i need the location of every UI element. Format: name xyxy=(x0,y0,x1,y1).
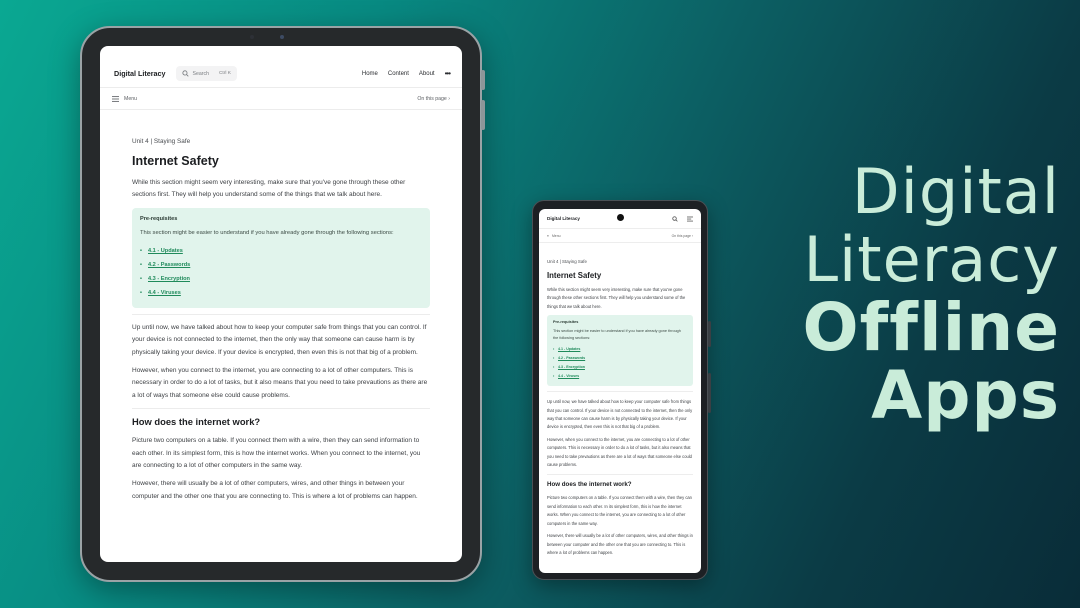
prereq-link-viruses[interactable]: 4.4 - Viruses xyxy=(553,372,687,381)
search-placeholder: Search xyxy=(192,70,209,77)
prereq-link-passwords[interactable]: 4.2 - Passwords xyxy=(553,354,687,363)
tablet-screen: Digital Literacy Search Ctrl K Home Cont… xyxy=(100,46,462,562)
phone-side-button xyxy=(708,321,711,347)
headline-line-4: Apps xyxy=(871,357,1060,434)
section-heading: How does the internet work? xyxy=(547,481,632,489)
page-title: Internet Safety xyxy=(547,271,602,280)
callout-text: This section might be easier to understa… xyxy=(140,229,394,236)
phone-device: Digital Literacy ≡ Menu On this page › U… xyxy=(532,200,711,580)
prerequisites-callout: Pre-requisites This section might be eas… xyxy=(547,315,693,387)
tablet-volume-button xyxy=(481,100,485,130)
menu-label[interactable]: Menu xyxy=(124,96,137,102)
headline-line-3: Offline xyxy=(802,289,1060,366)
tablet-camera xyxy=(280,35,284,39)
tablet-sensor xyxy=(250,35,254,39)
phone-screen: Digital Literacy ≡ Menu On this page › U… xyxy=(539,209,701,573)
section-heading: How does the internet work? xyxy=(132,416,261,428)
prereq-link-viruses[interactable]: 4.4 - Viruses xyxy=(140,286,422,300)
intro-paragraph: While this section might seem very inter… xyxy=(547,287,686,309)
on-this-page-label: On this page xyxy=(417,95,447,102)
divider xyxy=(547,474,693,476)
promo-headline: Digital Literacy Offline Apps xyxy=(790,158,1060,430)
top-navbar: Digital Literacy Search Ctrl K Home Cont… xyxy=(100,60,462,88)
nav-about[interactable]: About xyxy=(419,71,435,77)
paragraph: Up until now, we have talked about how t… xyxy=(132,323,427,356)
search-shortcut: Ctrl K xyxy=(218,71,231,76)
phone-volume-button xyxy=(708,373,711,413)
paragraph: Picture two computers on a table. If you… xyxy=(132,437,421,470)
nav-content[interactable]: Content xyxy=(388,71,409,77)
divider xyxy=(132,408,430,410)
paragraph: Up until now, we have talked about how t… xyxy=(547,399,693,430)
paragraph: However, when you connect to the interne… xyxy=(547,436,692,468)
headline-line-1: Digital xyxy=(851,155,1060,228)
paragraph: Picture two computers on a table. If you… xyxy=(547,495,692,526)
options-icon[interactable] xyxy=(687,216,693,222)
page-title: Internet Safety xyxy=(132,154,219,168)
search-icon xyxy=(181,70,189,77)
unit-label: Unit 4 | Staying Safe xyxy=(132,138,191,145)
sub-bar: Menu On this page › xyxy=(100,88,462,110)
headline-line-2: Literacy xyxy=(803,223,1060,296)
on-this-page-label: On this page xyxy=(671,233,691,238)
divider xyxy=(547,391,693,393)
nav-links: Home Content About ••• xyxy=(362,69,451,78)
paragraph: However, there will usually be a lot of … xyxy=(547,533,693,555)
callout-title: Pre-requisites xyxy=(140,215,178,222)
prereq-link-encryption[interactable]: 4.3 - Encryption xyxy=(553,363,687,372)
prereq-link-passwords[interactable]: 4.2 - Passwords xyxy=(140,258,422,272)
phone-camera xyxy=(617,214,624,221)
prereq-link-updates[interactable]: 4.1 - Updates xyxy=(553,345,687,354)
search-box[interactable]: Search Ctrl K xyxy=(175,66,237,81)
unit-label: Unit 4 | Staying Safe xyxy=(547,259,587,264)
site-brand[interactable]: Digital Literacy xyxy=(114,69,166,78)
tablet-device: Digital Literacy Search Ctrl K Home Cont… xyxy=(80,26,485,582)
nav-icons xyxy=(672,215,693,222)
intro-paragraph: While this section might seem very inter… xyxy=(132,179,406,199)
callout-title: Pre-requisites xyxy=(553,320,579,325)
callout-text: This section might be easier to understa… xyxy=(553,329,681,341)
menu-label[interactable]: Menu xyxy=(552,234,560,238)
menu-icon[interactable] xyxy=(112,95,119,102)
nav-home[interactable]: Home xyxy=(362,71,378,77)
on-this-page-toggle[interactable]: On this page › xyxy=(417,96,450,102)
chevron-right-icon: › xyxy=(448,95,450,102)
paragraph: However, when you connect to the interne… xyxy=(132,367,428,399)
search-icon[interactable] xyxy=(672,215,678,222)
article: Unit 4 | Staying Safe Internet Safety Wh… xyxy=(100,110,462,503)
more-horizontal-icon[interactable]: ••• xyxy=(445,69,451,78)
paragraph: However, there will usually be a lot of … xyxy=(132,480,418,500)
prereq-list: 4.1 - Updates 4.2 - Passwords 4.3 - Encr… xyxy=(553,345,687,381)
sub-bar: ≡ Menu On this page › xyxy=(539,229,701,243)
divider xyxy=(132,313,430,315)
chevron-right-icon: › xyxy=(691,233,693,238)
tablet-side-button xyxy=(481,70,485,90)
prereq-list: 4.1 - Updates 4.2 - Passwords 4.3 - Encr… xyxy=(140,244,422,300)
on-this-page-toggle[interactable]: On this page › xyxy=(672,234,693,238)
prerequisites-callout: Pre-requisites This section might be eas… xyxy=(132,207,430,308)
article: Unit 4 | Staying Safe Internet Safety Wh… xyxy=(539,243,701,557)
menu-icon[interactable]: ≡ xyxy=(547,234,549,238)
prereq-link-updates[interactable]: 4.1 - Updates xyxy=(140,244,422,258)
site-brand[interactable]: Digital Literacy xyxy=(547,216,580,221)
prereq-link-encryption[interactable]: 4.3 - Encryption xyxy=(140,272,422,286)
